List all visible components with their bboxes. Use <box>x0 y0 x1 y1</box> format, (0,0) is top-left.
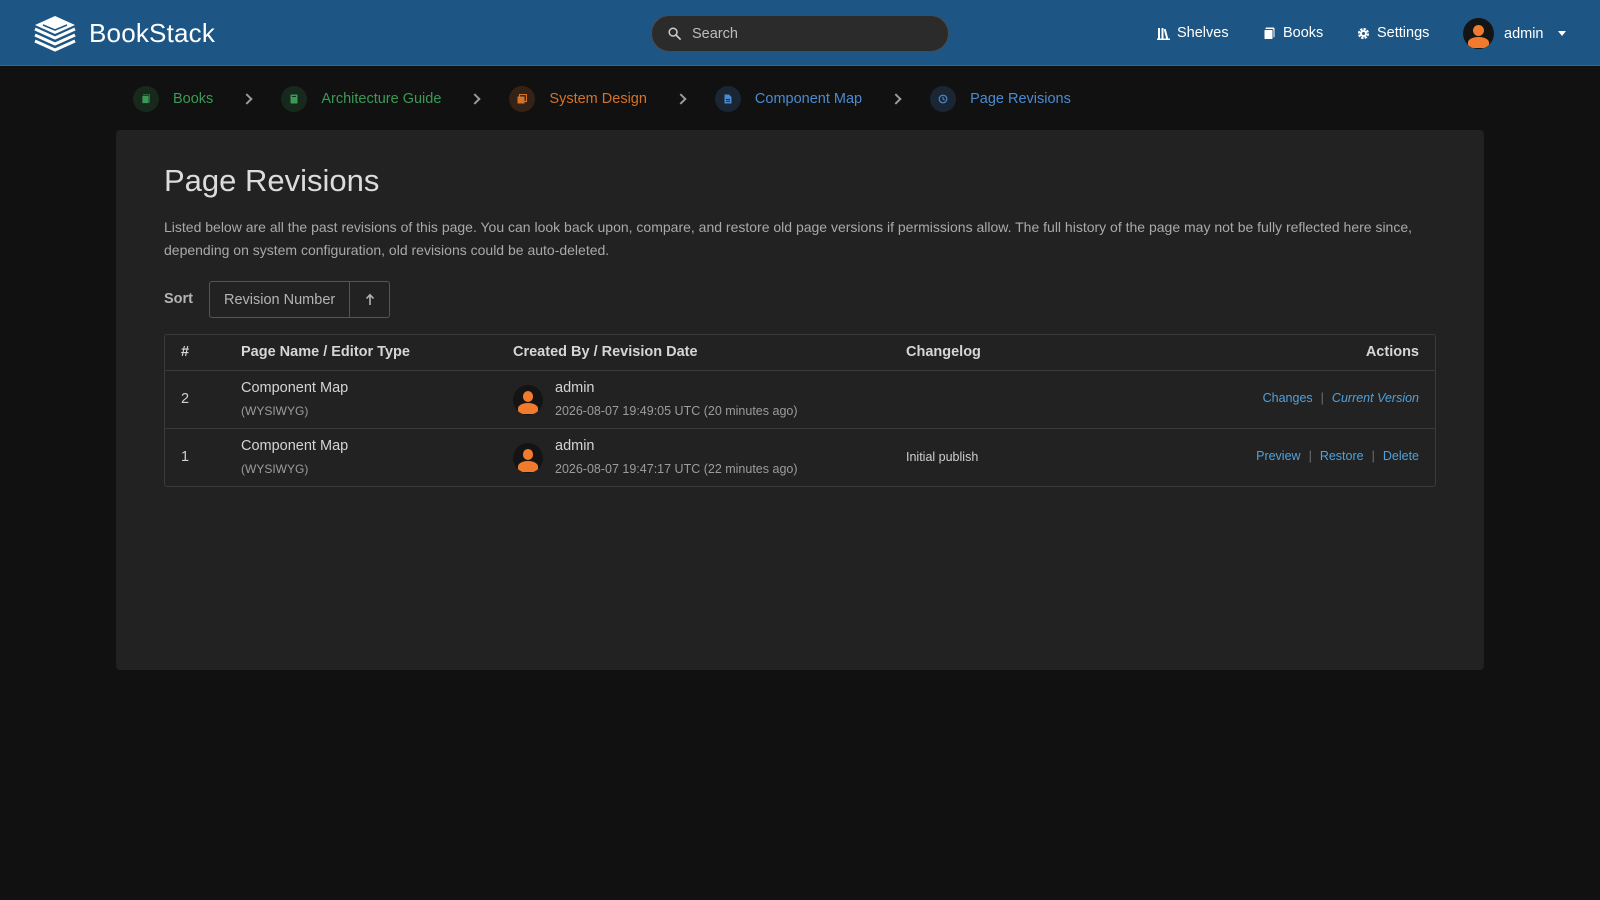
books-icon <box>133 86 159 112</box>
search-icon <box>668 27 681 40</box>
user-name: admin <box>1504 25 1544 42</box>
sort-label: Sort <box>164 291 193 307</box>
breadcrumb-books[interactable]: Books <box>133 86 213 112</box>
chevron-right-icon <box>675 93 687 105</box>
revision-changelog: Initial publish <box>906 450 979 464</box>
preview-link[interactable]: Preview <box>1256 449 1300 463</box>
revision-page-name: Component Map <box>241 380 349 396</box>
breadcrumb-label: Books <box>173 91 214 107</box>
revision-user-avatar <box>513 443 543 473</box>
current-version-link[interactable]: Current Version <box>1332 391 1419 405</box>
revision-date: 2026-08-07 19:49:05 UTC (20 minutes ago) <box>555 404 798 418</box>
shelves-icon <box>1157 27 1170 40</box>
table-row: 2 Component Map (WYSIWYG) admin 2026-08-… <box>165 370 1435 428</box>
gear-icon <box>1357 27 1370 39</box>
header-created-by: Created By / Revision Date <box>513 344 698 360</box>
search-box[interactable] <box>651 15 949 52</box>
book-icon <box>281 86 308 112</box>
revision-editor-type: (WYSIWYG) <box>241 462 309 476</box>
revision-user-name: admin <box>555 380 595 396</box>
table-row: 1 Component Map (WYSIWYG) admin 2026-08-… <box>165 428 1435 486</box>
sort-field-button[interactable]: Revision Number <box>210 282 349 317</box>
user-menu-toggle[interactable]: admin <box>1463 18 1566 49</box>
history-icon <box>930 86 957 112</box>
chevron-right-icon <box>241 93 253 105</box>
breadcrumb-chapter[interactable]: System Design <box>509 86 647 112</box>
delete-link[interactable]: Delete <box>1383 449 1419 463</box>
revision-date: 2026-08-07 19:47:17 UTC (22 minutes ago) <box>555 462 798 476</box>
nav-settings-label: Settings <box>1377 25 1430 41</box>
brand-logo-link[interactable]: BookStack <box>33 14 215 52</box>
nav-settings-link[interactable]: Settings <box>1357 0 1429 66</box>
page-description: Listed below are all the past revisions … <box>164 219 1413 258</box>
chapter-icon <box>509 86 536 112</box>
revision-actions: Preview | Restore | Delete <box>1256 449 1419 463</box>
chevron-right-icon <box>469 93 482 105</box>
books-icon <box>1263 27 1275 40</box>
revision-user-avatar <box>513 385 543 415</box>
breadcrumb-label: Architecture Guide <box>321 91 442 107</box>
action-separator: | <box>1371 449 1375 463</box>
header-changelog: Changelog <box>906 344 981 360</box>
header-actions: Actions <box>1365 344 1419 360</box>
revisions-table: # Page Name / Editor Type Created By / R… <box>164 334 1436 487</box>
revision-user-name: admin <box>555 438 595 454</box>
revision-editor-type: (WYSIWYG) <box>241 404 309 418</box>
nav-books-label: Books <box>1283 25 1324 41</box>
breadcrumb-book[interactable]: Architecture Guide <box>281 86 441 112</box>
breadcrumb-revisions[interactable]: Page Revisions <box>930 86 1071 112</box>
changes-link[interactable]: Changes <box>1263 391 1313 405</box>
sort-direction-button[interactable] <box>349 282 389 317</box>
arrow-up-icon <box>365 293 374 305</box>
top-header: BookStack Shelves Books Settings <box>0 0 1600 66</box>
breadcrumb-label: Page Revisions <box>970 91 1071 107</box>
header-number: # <box>181 344 190 360</box>
header-page-name: Page Name / Editor Type <box>241 344 410 360</box>
action-separator: | <box>1308 449 1312 463</box>
revisions-card: Page Revisions Listed below are all the … <box>116 130 1484 670</box>
breadcrumb-page[interactable]: Component Map <box>714 86 863 112</box>
app-name: BookStack <box>89 17 216 48</box>
breadcrumb-label: Component Map <box>754 91 863 107</box>
nav-shelves-link[interactable]: Shelves <box>1157 0 1229 66</box>
table-header-row: # Page Name / Editor Type Created By / R… <box>165 335 1435 370</box>
page-title: Page Revisions <box>164 163 380 198</box>
page-icon <box>714 86 741 112</box>
action-separator: | <box>1320 391 1324 405</box>
bookstack-logo-icon <box>34 16 76 52</box>
revision-number: 2 <box>181 391 190 407</box>
revision-actions: Changes | Current Version <box>1263 391 1419 405</box>
user-avatar <box>1463 18 1494 49</box>
nav-books-link[interactable]: Books <box>1263 0 1323 66</box>
breadcrumb: Books Architecture Guide System Design C… <box>133 86 1071 112</box>
breadcrumb-label: System Design <box>549 91 647 107</box>
revision-page-name: Component Map <box>241 438 349 454</box>
sort-control: Revision Number <box>209 281 391 318</box>
nav-shelves-label: Shelves <box>1177 25 1229 41</box>
search-input[interactable] <box>692 25 922 42</box>
chevron-right-icon <box>890 93 902 105</box>
revision-number: 1 <box>181 449 190 465</box>
caret-down-icon <box>1557 31 1566 36</box>
restore-link[interactable]: Restore <box>1320 449 1364 463</box>
